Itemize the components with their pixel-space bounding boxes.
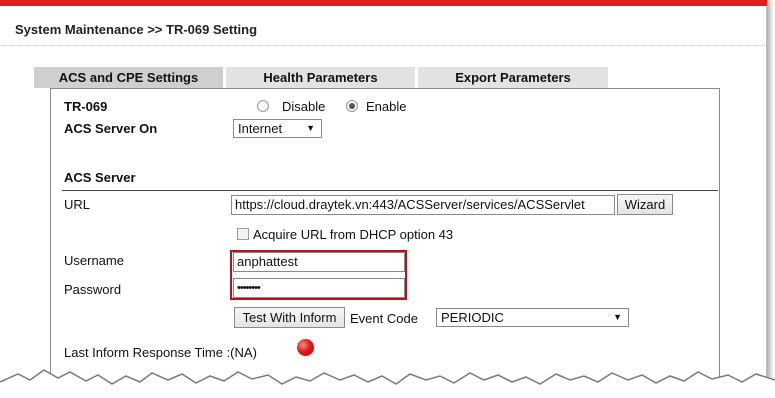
tr069-label: TR-069 [64, 99, 108, 114]
credentials-highlight-box [230, 250, 407, 300]
event-code-select[interactable]: PERIODIC ▼ [436, 308, 629, 327]
dhcp-option-43-label: Acquire URL from DHCP option 43 [253, 227, 454, 242]
test-with-inform-button[interactable]: Test With Inform [234, 307, 345, 328]
status-indicator-icon [297, 339, 314, 356]
url-input[interactable]: https://cloud.draytek.vn:443/ACSServer/s… [231, 195, 615, 215]
tab-acs-cpe-settings[interactable]: ACS and CPE Settings [34, 67, 223, 88]
page-title: System Maintenance >> TR-069 Setting [15, 22, 258, 37]
tr069-enable-radio[interactable] [346, 100, 358, 112]
acs-server-section-title: ACS Server [64, 170, 136, 185]
chevron-down-icon: ▼ [613, 312, 622, 322]
event-code-value: PERIODIC [441, 310, 504, 325]
tr069-disable-radio[interactable] [257, 100, 269, 112]
url-label: URL [64, 197, 91, 212]
acs-server-on-select[interactable]: Internet ▼ [233, 119, 322, 138]
app-window: System Maintenance >> TR-069 Setting ACS… [0, 0, 767, 398]
page-header: System Maintenance >> TR-069 Setting [0, 6, 767, 46]
tab-health-parameters[interactable]: Health Parameters [226, 67, 415, 88]
dhcp-option-43-checkbox[interactable] [237, 228, 249, 240]
torn-edge-decoration [0, 369, 775, 398]
tr069-disable-label: Disable [282, 99, 326, 114]
section-divider [62, 190, 718, 191]
last-inform-response-time: Last Inform Response Time :(NA) [64, 345, 257, 360]
password-label: Password [64, 282, 122, 297]
tab-export-parameters[interactable]: Export Parameters [418, 67, 608, 88]
tr069-enable-label: Enable [366, 99, 407, 114]
username-label: Username [64, 253, 124, 268]
acs-server-on-value: Internet [238, 121, 283, 136]
event-code-label: Event Code [350, 311, 418, 326]
wizard-button[interactable]: Wizard [617, 194, 673, 215]
acs-server-on-label: ACS Server On [64, 121, 158, 136]
chevron-down-icon: ▼ [306, 123, 315, 133]
